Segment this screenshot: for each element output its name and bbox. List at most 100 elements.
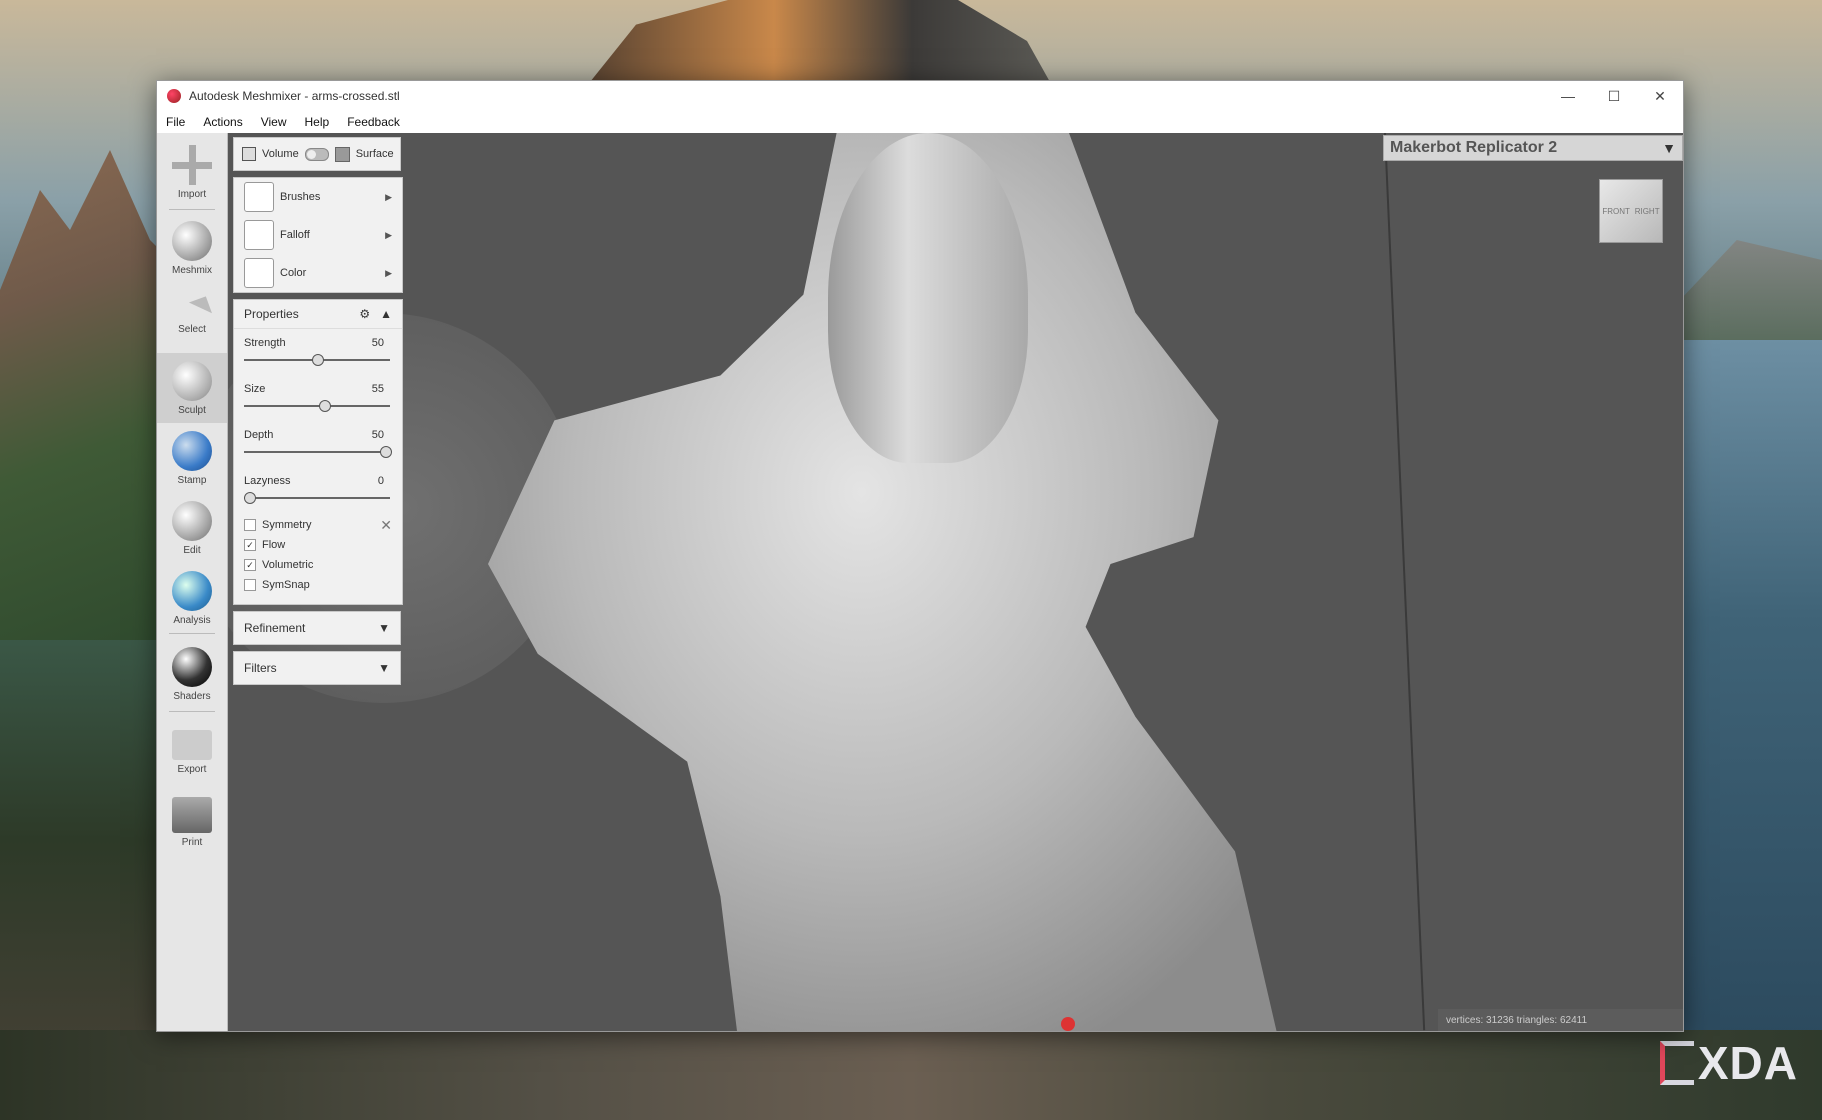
slider-value: 50: [372, 337, 384, 349]
volume-surface-switch[interactable]: [305, 148, 329, 161]
meshmixer-app-icon: [167, 89, 181, 103]
chevron-down-icon: ▼: [378, 661, 390, 675]
desktop-rocks: [0, 1030, 1822, 1120]
mesh-model-arm[interactable]: [828, 133, 1028, 463]
tool-label: Select: [178, 324, 206, 335]
slider-track[interactable]: [244, 405, 390, 407]
option-volumetric[interactable]: Volumetric: [234, 555, 402, 575]
sculpt-icon: [172, 361, 212, 401]
option-label: SymSnap: [262, 579, 310, 591]
expand-arrow-icon: ▶: [385, 192, 392, 203]
import-icon: [172, 145, 212, 185]
expand-arrow-icon: ▶: [385, 268, 392, 279]
checkbox[interactable]: [244, 579, 256, 591]
menu-help[interactable]: Help: [296, 115, 339, 129]
edit-icon: [172, 501, 212, 541]
tool-analysis[interactable]: Analysis: [157, 563, 227, 633]
select-icon: [172, 296, 212, 325]
export-icon: [172, 730, 212, 760]
slider-lazyness: Lazyness0: [234, 467, 402, 513]
collapse-arrow-icon[interactable]: ▲: [380, 307, 392, 321]
option-symsnap[interactable]: SymSnap: [234, 575, 402, 595]
shaders-icon: [172, 647, 212, 687]
chevron-down-icon: ▼: [378, 621, 390, 635]
view-cube-front[interactable]: FRONT: [1602, 207, 1630, 216]
option-label: Volumetric: [262, 559, 313, 571]
tool-shaders[interactable]: Shaders: [157, 639, 227, 709]
refinement-label: Refinement: [244, 621, 378, 635]
view-cube-right[interactable]: RIGHT: [1635, 207, 1660, 216]
checkbox[interactable]: [244, 519, 256, 531]
toolbar-divider: [169, 633, 215, 634]
workspace: Makerbot Replicator 2 ▼ FRONT RIGHT vert…: [157, 133, 1683, 1031]
slider-value: 0: [378, 475, 384, 487]
desktop-mountain-top: [590, 0, 1050, 82]
tool-print[interactable]: Print: [157, 787, 227, 857]
filters-label: Filters: [244, 661, 378, 675]
tool-meshmix[interactable]: Meshmix: [157, 213, 227, 283]
xda-text: XDA: [1698, 1036, 1798, 1090]
falloff-thumbnail-icon: [244, 220, 274, 250]
slider-track[interactable]: [244, 497, 390, 499]
menu-file[interactable]: File: [157, 115, 194, 129]
brush-panel: Brushes ▶ Falloff ▶ Color ▶: [233, 177, 403, 293]
tool-edit[interactable]: Edit: [157, 493, 227, 563]
maximize-button[interactable]: ☐: [1591, 88, 1637, 105]
minimize-button[interactable]: —: [1545, 88, 1591, 104]
slider-value: 55: [372, 383, 384, 395]
checkbox[interactable]: [244, 559, 256, 571]
slider-knob[interactable]: [380, 446, 392, 458]
pivot-marker: [1061, 1017, 1075, 1031]
slider-knob[interactable]: [244, 492, 256, 504]
menu-actions[interactable]: Actions: [194, 115, 251, 129]
tool-sidebar: ImportMeshmix Select SculptStampEdit Analys…: [157, 133, 228, 1031]
desktop-lake: [1680, 340, 1822, 1040]
slider-knob[interactable]: [312, 354, 324, 366]
properties-header[interactable]: Properties ⚙ ▲: [234, 300, 402, 329]
gear-icon[interactable]: ⚙: [359, 307, 370, 321]
tool-select[interactable]: Select: [157, 283, 227, 353]
option-symmetry[interactable]: Symmetry ✕: [234, 515, 402, 535]
refinement-section[interactable]: Refinement ▼: [233, 611, 401, 645]
menu-bar: File Actions View Help Feedback: [157, 111, 1683, 134]
xda-logo-icon: [1660, 1041, 1694, 1085]
printer-dropdown[interactable]: Makerbot Replicator 2 ▼: [1383, 135, 1683, 161]
3d-viewport[interactable]: Makerbot Replicator 2 ▼ FRONT RIGHT vert…: [228, 133, 1683, 1031]
close-button[interactable]: ✕: [1637, 88, 1683, 105]
color-row[interactable]: Color ▶: [234, 254, 402, 292]
title-bar[interactable]: Autodesk Meshmixer - arms-crossed.stl — …: [157, 81, 1683, 111]
tool-sculpt[interactable]: Sculpt: [157, 353, 227, 423]
wrench-icon[interactable]: ✕: [380, 517, 392, 534]
option-flow[interactable]: Flow: [234, 535, 402, 555]
volume-label[interactable]: Volume: [262, 148, 299, 160]
menu-view[interactable]: View: [252, 115, 296, 129]
filters-section[interactable]: Filters ▼: [233, 651, 401, 685]
color-swatch: [244, 258, 274, 288]
slider-knob[interactable]: [319, 400, 331, 412]
menu-feedback[interactable]: Feedback: [338, 115, 409, 129]
tool-import[interactable]: Import: [157, 137, 227, 207]
print-icon: [172, 797, 212, 833]
xda-watermark: XDA: [1660, 1036, 1798, 1090]
checkbox[interactable]: [244, 539, 256, 551]
falloff-label: Falloff: [280, 229, 310, 241]
slider-label: Strength: [244, 337, 286, 349]
surface-icon: [335, 147, 350, 162]
tool-label: Analysis: [173, 615, 210, 626]
view-cube[interactable]: FRONT RIGHT: [1599, 179, 1663, 243]
brushes-row[interactable]: Brushes ▶: [234, 178, 402, 216]
surface-label[interactable]: Surface: [356, 148, 394, 160]
option-label: Symmetry: [262, 519, 312, 531]
tool-stamp[interactable]: Stamp: [157, 423, 227, 493]
brush-thumbnail-icon: [244, 182, 274, 212]
meshmixer-window: Autodesk Meshmixer - arms-crossed.stl — …: [156, 80, 1684, 1032]
cube-icon: [242, 147, 256, 161]
toolbar-divider: [169, 711, 215, 712]
window-title: Autodesk Meshmixer - arms-crossed.stl: [189, 89, 1545, 103]
tool-label: Shaders: [173, 691, 210, 702]
tool-export[interactable]: Export: [157, 717, 227, 787]
falloff-row[interactable]: Falloff ▶: [234, 216, 402, 254]
meshmix-icon: [172, 221, 212, 261]
slider-track[interactable]: [244, 451, 390, 453]
slider-label: Size: [244, 383, 265, 395]
